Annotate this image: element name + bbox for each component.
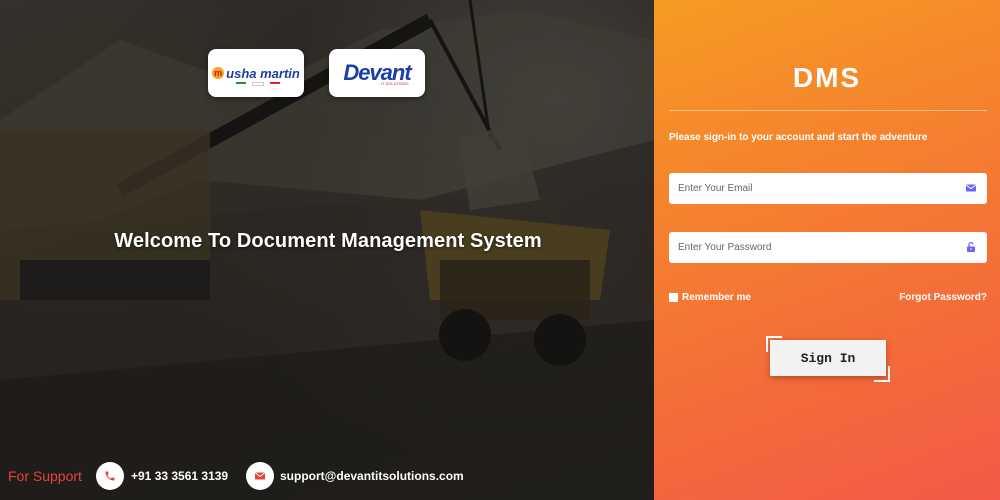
envelope-icon[interactable] bbox=[246, 462, 274, 490]
remember-me-label: Remember me bbox=[682, 292, 751, 303]
brand-divider bbox=[669, 110, 987, 111]
login-panel: DMS Please sign-in to your account and s… bbox=[654, 0, 1000, 500]
email-input[interactable] bbox=[669, 173, 948, 204]
unlock-icon[interactable] bbox=[965, 241, 977, 253]
login-subtitle: Please sign-in to your account and start… bbox=[669, 132, 928, 143]
support-phone[interactable]: +91 33 3561 3139 bbox=[131, 469, 228, 483]
password-input[interactable] bbox=[669, 232, 948, 263]
remember-checkbox-box[interactable] bbox=[669, 293, 678, 302]
forgot-password-link[interactable]: Forgot Password? bbox=[899, 292, 987, 303]
devant-logo: Devant IT SOLUTIONS bbox=[329, 49, 425, 97]
hero-panel: m usha martin Devant IT SOLUTIONS Welcom… bbox=[0, 0, 654, 500]
devant-logo-subtext: IT SOLUTIONS bbox=[381, 81, 409, 86]
support-label: For Support bbox=[8, 468, 82, 484]
email-field-wrapper bbox=[669, 173, 987, 204]
signin-button-frame: Sign In bbox=[766, 336, 890, 382]
support-email[interactable]: support@devantitsolutions.com bbox=[280, 469, 464, 483]
sign-in-button[interactable]: Sign In bbox=[770, 340, 886, 376]
flag-stripes bbox=[236, 82, 280, 86]
envelope-icon bbox=[965, 184, 977, 192]
usha-martin-mark-icon: m bbox=[212, 67, 225, 79]
brand-title: DMS bbox=[792, 62, 862, 93]
phone-icon[interactable] bbox=[96, 462, 124, 490]
usha-martin-logo-text: usha martin bbox=[226, 65, 300, 81]
password-field-wrapper bbox=[669, 232, 987, 263]
support-bar: For Support +91 33 3561 3139 support@dev… bbox=[0, 460, 654, 492]
usha-martin-logo: m usha martin bbox=[208, 49, 304, 97]
welcome-heading: Welcome To Document Management System bbox=[0, 230, 654, 253]
welcome-text: Welcome To Document Management System bbox=[114, 230, 542, 252]
remember-me-checkbox[interactable]: Remember me bbox=[669, 292, 751, 303]
